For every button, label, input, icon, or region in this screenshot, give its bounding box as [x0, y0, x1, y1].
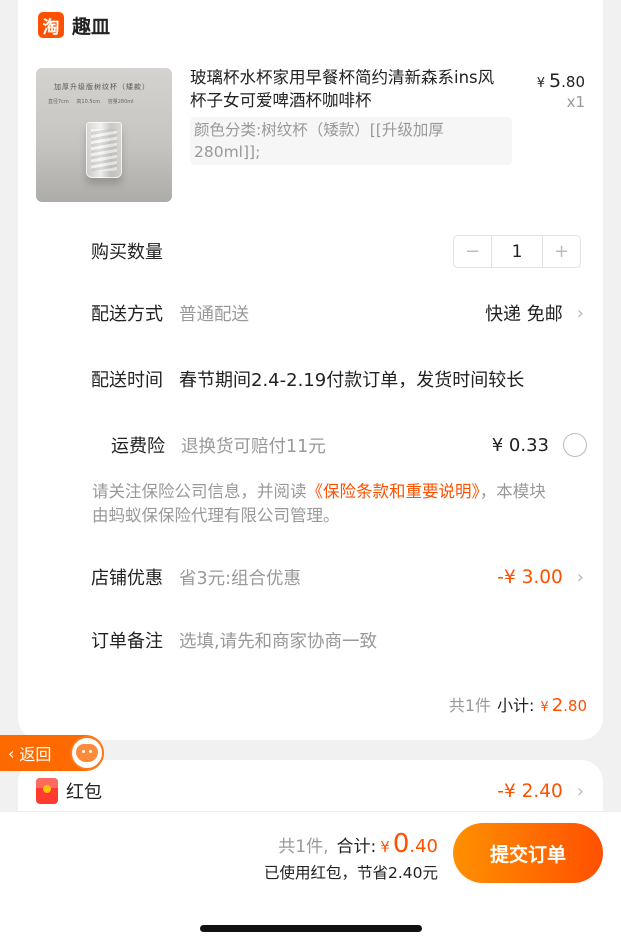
total-dec: .40 — [409, 836, 438, 857]
delivery-time-label: 配送时间 — [91, 370, 163, 391]
product-title[interactable]: 玻璃杯水杯家用早餐杯简约清新森系ins风杯子女可爱啤酒杯咖啡杯 — [190, 66, 500, 112]
order-note-input[interactable]: 选填,请先和商家协商一致 — [179, 628, 377, 653]
total-currency: ¥ — [380, 838, 390, 856]
thumb-dimensions: 直径7cm 高10.5cm 容量280ml — [48, 99, 134, 105]
price-decimal: .80 — [561, 73, 585, 91]
quantity-value[interactable]: 1 — [491, 236, 543, 267]
red-packet-icon — [36, 778, 58, 804]
red-packet-amount[interactable]: -¥ 2.40 — [497, 781, 563, 802]
insurance-desc: 退换货可赔付11元 — [181, 436, 326, 457]
shop-discount-selector[interactable]: -¥ 3.00 › — [497, 562, 584, 592]
price-currency: ¥ — [536, 76, 546, 91]
subtotal-count: 共1件 — [448, 696, 491, 715]
order-note-label: 订单备注 — [91, 631, 163, 652]
insurance-price: ¥ 0.33 — [491, 434, 549, 456]
shop-discount-row: 店铺优惠 省3元:组合优惠 — [91, 562, 301, 592]
submit-order-button[interactable]: 提交订单 — [453, 823, 603, 883]
shop-discount-label: 店铺优惠 — [91, 568, 163, 589]
delivery-type: 普通配送 — [179, 304, 249, 325]
total-label: 合计: — [336, 837, 377, 857]
red-packet-label: 红包 — [66, 782, 102, 803]
product-quantity: x1 — [566, 93, 585, 111]
price-int: 5 — [549, 70, 562, 92]
red-packet-row: 红包 — [36, 776, 102, 806]
mascot-face — [76, 744, 98, 762]
shop-header[interactable]: 淘 趣皿 — [38, 10, 110, 40]
delivery-time-row: 配送时间 春节期间2.4-2.19付款订单，发货时间较长 — [91, 364, 524, 394]
insurance-label: 运费险 — [111, 436, 165, 457]
subtotal-int: 2 — [551, 695, 564, 716]
delivery-method-selector[interactable]: 快递 免邮 › — [485, 298, 584, 328]
back-arrow-icon: ‹ — [8, 743, 15, 763]
product-spec[interactable]: 颜色分类:树纹杯（矮款）[[升级加厚280ml]]; — [190, 117, 512, 165]
delivery-row: 配送方式 普通配送 — [91, 298, 249, 328]
glass-cup-image — [86, 122, 122, 178]
chevron-right-icon: › — [576, 780, 584, 802]
shop-name[interactable]: 趣皿 — [72, 12, 110, 39]
subtotal-dec: .80 — [563, 697, 587, 715]
back-label[interactable]: 返回 — [19, 741, 51, 765]
subtotal: 共1件 小计: ¥ 2 .80 — [449, 692, 587, 716]
thumb-caption: 加厚升级版树纹杯（矮款） — [54, 83, 150, 91]
total-int: 0 — [392, 829, 410, 859]
taobao-logo-icon: 淘 — [38, 12, 64, 38]
delivery-label: 配送方式 — [91, 304, 163, 325]
increase-button[interactable]: + — [543, 236, 580, 267]
quantity-stepper[interactable]: − 1 + — [453, 235, 581, 268]
order-note-row[interactable]: 订单备注 选填,请先和商家协商一致 — [91, 625, 377, 655]
checkout-footer: 共1件, 合计: ¥ 0 .40 已使用红包，节省2.40元 提交订单 — [0, 811, 621, 943]
product-price: ¥5.80 — [537, 70, 585, 92]
red-packet-selector[interactable]: -¥ 2.40 › — [497, 776, 584, 806]
mascot-icon[interactable] — [70, 736, 104, 770]
shop-discount-desc: 省3元:组合优惠 — [179, 568, 302, 589]
total-line: 共1件, 合计: ¥ 0 .40 — [278, 829, 438, 859]
insurance-notice: 请关注保险公司信息，并阅读《保险条款和重要说明》，本模块由蚂蚁保保险代理有限公司… — [92, 480, 552, 528]
insurance-row: 运费险 退换货可赔付11元 — [111, 430, 326, 460]
delivery-time-text: 春节期间2.4-2.19付款订单，发货时间较长 — [179, 370, 525, 391]
subtotal-label: 小计: — [497, 696, 535, 715]
quantity-row: 购买数量 — [91, 236, 163, 266]
insurance-terms-link[interactable]: 《保险条款和重要说明》 — [307, 482, 480, 501]
home-indicator[interactable] — [200, 925, 422, 932]
shop-discount-amount[interactable]: -¥ 3.00 — [497, 567, 563, 588]
notice-text: 请关注保险公司信息，并阅读 — [92, 482, 307, 501]
saved-text: 已使用红包，节省2.40元 — [263, 864, 438, 882]
delivery-method[interactable]: 快递 免邮 — [485, 300, 563, 326]
subtotal-currency: ¥ — [540, 700, 549, 715]
decrease-button[interactable]: − — [454, 236, 491, 267]
product-thumbnail[interactable]: 加厚升级版树纹杯（矮款） 直径7cm 高10.5cm 容量280ml — [36, 68, 172, 202]
insurance-toggle[interactable]: ¥ 0.33 — [492, 430, 587, 460]
radio-icon[interactable] — [563, 433, 587, 457]
quantity-label: 购买数量 — [91, 242, 163, 263]
total-count: 共1件, — [278, 837, 329, 857]
chevron-right-icon: › — [576, 566, 584, 588]
chevron-right-icon: › — [576, 302, 584, 324]
